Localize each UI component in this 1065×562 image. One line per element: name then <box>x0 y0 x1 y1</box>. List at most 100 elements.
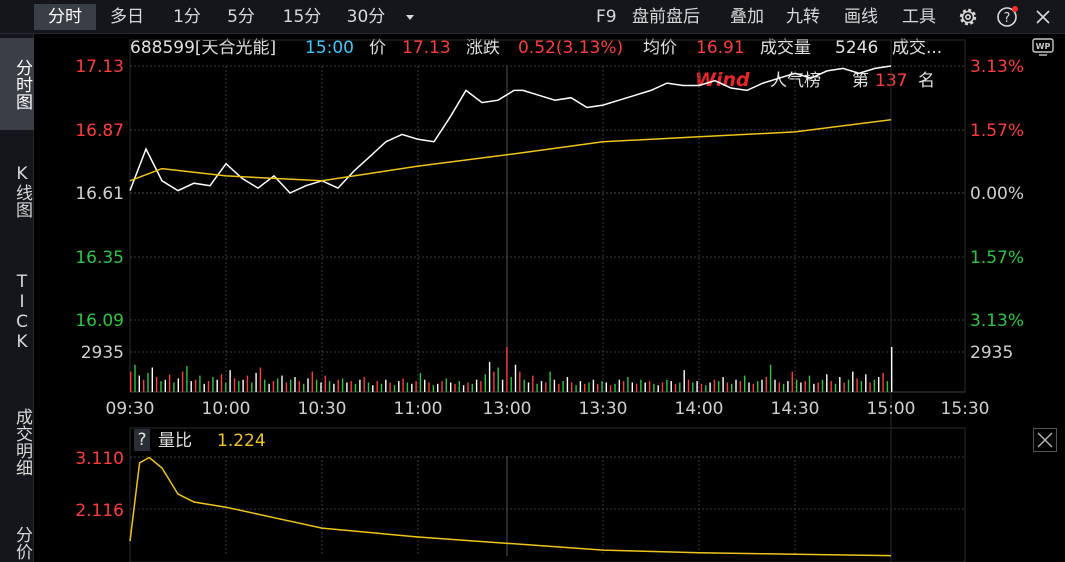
volume-bar <box>484 374 486 392</box>
volume-bar <box>320 382 322 392</box>
volume-bar <box>817 382 819 392</box>
volume-bar <box>437 383 439 392</box>
chart-canvas: 17.13 16.87 16.61 16.35 16.09 3.13% 1.57% 0.00%… <box>75 39 1024 562</box>
volume-bar <box>207 381 210 392</box>
volume-bar <box>843 382 845 392</box>
volume-bar <box>376 381 378 392</box>
volume-bar <box>242 379 244 392</box>
volume-bar <box>467 382 469 392</box>
volume-bar <box>795 379 798 392</box>
volume-bar <box>713 379 716 392</box>
volume-bar <box>138 375 140 392</box>
volume-bar <box>497 367 499 392</box>
volume-bar <box>609 385 612 392</box>
volume-bar <box>886 381 889 392</box>
volume-bar <box>363 377 365 392</box>
percent-tick-label: 3.13% <box>970 311 1024 331</box>
ratio-chart-frame <box>129 427 966 562</box>
time-tick-label: 10:00 <box>202 399 251 419</box>
volume-bar <box>259 367 262 392</box>
volume-bar <box>311 371 313 392</box>
volume-bar <box>532 375 534 392</box>
volume-bar <box>644 382 646 392</box>
volume-bar <box>199 375 201 392</box>
volume-bar <box>281 375 283 392</box>
volume-bar <box>501 379 504 392</box>
volume-bar <box>307 378 309 392</box>
volume-bar <box>264 379 266 392</box>
volume-bar <box>350 381 352 392</box>
ratio-tick-label: 3.110 <box>75 449 124 469</box>
price-tick-label: 16.87 <box>75 121 124 141</box>
volume-bar <box>372 385 374 392</box>
volume-bar <box>891 347 893 392</box>
volume-bar <box>359 379 361 392</box>
volume-bar <box>493 371 495 392</box>
volume-bar <box>761 379 763 392</box>
volume-bar <box>700 383 703 392</box>
volume-bar <box>601 381 603 392</box>
price-tick-label: 16.61 <box>75 184 124 204</box>
volume-bar <box>865 374 867 392</box>
volume-bar <box>268 383 270 392</box>
volume-bar <box>220 374 223 392</box>
volume-bar <box>666 379 668 392</box>
volume-bar <box>471 383 473 392</box>
volume-bar <box>540 381 543 392</box>
volume-bar <box>380 383 383 392</box>
volume-bar <box>653 383 655 392</box>
volume-bar <box>454 383 456 392</box>
price-tick-label: 16.35 <box>75 248 124 268</box>
volume-bar <box>462 385 465 392</box>
volume-bar <box>424 379 426 392</box>
volume-bar <box>411 383 413 392</box>
volume-bar <box>450 382 452 392</box>
volume-bar <box>173 382 175 392</box>
volume-bar <box>860 381 863 392</box>
volume-bar <box>238 381 240 392</box>
volume-bar <box>233 378 236 392</box>
volume-bar <box>584 383 586 392</box>
volume-bar <box>272 381 275 392</box>
volume-bar <box>545 382 547 392</box>
volume-bar <box>622 381 625 392</box>
volume-bar <box>670 381 672 392</box>
volume-bar <box>558 383 560 392</box>
volume-bar <box>143 379 145 392</box>
volume-bar <box>869 382 871 392</box>
volume-bar <box>631 382 633 392</box>
volume-bar <box>315 379 318 392</box>
percent-tick-label: 3.13% <box>970 57 1024 77</box>
volume-bar <box>523 379 525 392</box>
volume-bar <box>130 371 132 392</box>
volume-bar <box>160 381 162 392</box>
volume-bar <box>640 379 642 392</box>
volume-bar <box>839 377 841 392</box>
main-chart-frame <box>129 39 966 393</box>
volume-bar <box>527 382 530 392</box>
volume-bar <box>290 379 292 392</box>
volume-bar <box>519 371 521 392</box>
volume-bar <box>687 379 690 392</box>
volume-bar <box>765 377 767 392</box>
volume-bar <box>549 371 551 392</box>
volume-bar <box>164 379 166 392</box>
volume-bar <box>251 382 253 392</box>
volume-bar <box>873 379 876 392</box>
volume-bar <box>731 383 733 392</box>
volume-tick-label-right: 2935 <box>970 343 1013 363</box>
volume-bar <box>597 383 599 392</box>
volume-bar <box>579 381 582 392</box>
volume-bar <box>212 377 214 392</box>
volume-bar <box>804 381 806 392</box>
time-tick-label: 11:00 <box>394 399 443 419</box>
volume-bar <box>488 362 491 392</box>
volume-bar <box>134 364 136 392</box>
time-tick-label: 13:30 <box>579 399 628 419</box>
volume-bar <box>635 383 638 392</box>
percent-tick-label: 0.00% <box>970 184 1024 204</box>
time-tick-label: 15:30 <box>941 399 990 419</box>
volume-bar <box>614 383 616 392</box>
volume-bar <box>536 383 538 392</box>
volume-bar <box>856 378 858 392</box>
